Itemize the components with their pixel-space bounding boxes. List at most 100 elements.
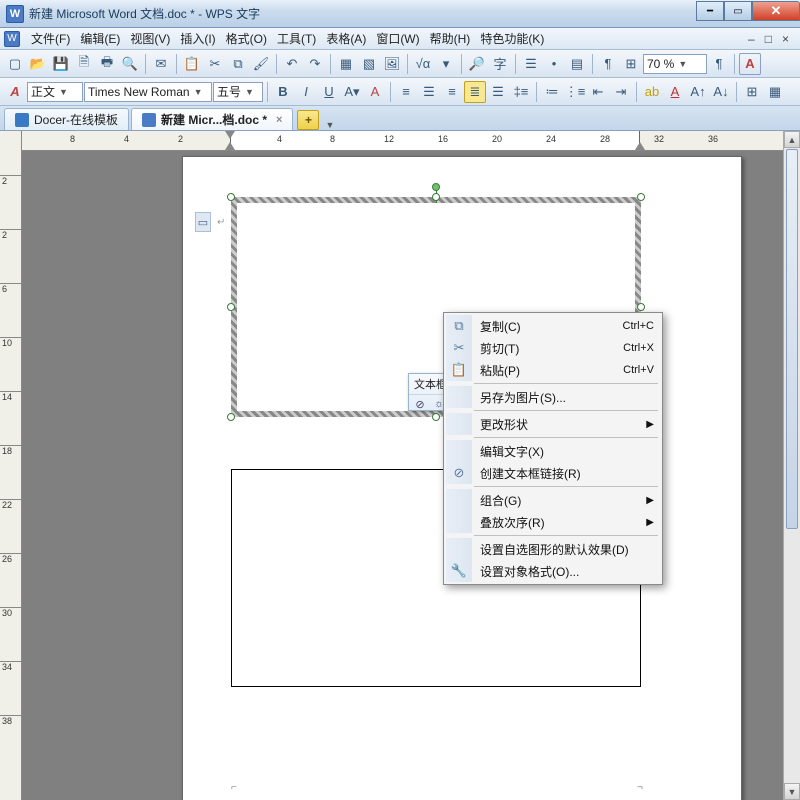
font-effect-button[interactable]: A▾	[341, 81, 363, 103]
resize-handle-ne[interactable]	[637, 193, 645, 201]
mdi-close-button[interactable]: ×	[777, 32, 794, 46]
link-icon[interactable]: ⊘	[411, 396, 429, 412]
scroll-down-icon[interactable]: ▼	[784, 783, 800, 800]
paste-icon[interactable]: 📋	[181, 53, 203, 75]
resize-handle-n[interactable]	[432, 193, 440, 201]
vertical-ruler[interactable]: 2 2 6 10 14 18 22 26 30 34 38	[0, 131, 22, 800]
grow-font-icon[interactable]: A↑	[687, 81, 709, 103]
list-num-icon[interactable]: ≔	[541, 81, 563, 103]
char-icon[interactable]: 字	[489, 53, 511, 75]
menu-tools[interactable]: 工具(T)	[272, 30, 321, 47]
fontcolor-icon[interactable]: A	[664, 81, 686, 103]
italic-button[interactable]: I	[295, 81, 317, 103]
vertical-scrollbar[interactable]: ▲ ▼	[783, 131, 800, 800]
highlight-icon[interactable]: ab	[641, 81, 663, 103]
tab-close-icon[interactable]: ×	[276, 114, 282, 126]
columns-icon[interactable]: ☰	[520, 53, 542, 75]
a-icon[interactable]: A	[739, 53, 761, 75]
resize-handle-w[interactable]	[227, 303, 235, 311]
underline-button[interactable]: U	[318, 81, 340, 103]
new-icon[interactable]: ▢	[4, 53, 26, 75]
zoom-combo[interactable]: 70 % ▼	[643, 54, 707, 74]
object-icon[interactable]: ▧	[358, 53, 380, 75]
ab-button[interactable]: A	[364, 81, 386, 103]
size-combo[interactable]: 五号 ▼	[213, 82, 263, 102]
mail-icon[interactable]: ✉	[150, 53, 172, 75]
align-center-icon[interactable]: ☰	[418, 81, 440, 103]
style-combo[interactable]: 正文 ▼	[27, 82, 83, 102]
menu-table[interactable]: 表格(A)	[321, 30, 371, 47]
font-combo[interactable]: Times New Roman ▼	[84, 82, 212, 102]
menu-help[interactable]: 帮助(H)	[425, 30, 476, 47]
border-icon[interactable]: ⊞	[741, 81, 763, 103]
right-indent-marker[interactable]	[635, 142, 645, 150]
ctx-paste[interactable]: 📋 粘贴(P) Ctrl+V	[446, 359, 660, 381]
resize-handle-e[interactable]	[637, 303, 645, 311]
format-painter-icon[interactable]: 🖌	[250, 53, 272, 75]
ctx-set-default[interactable]: 设置自选图形的默认效果(D)	[446, 538, 660, 560]
ctx-group[interactable]: 组合(G) ▶	[446, 489, 660, 511]
saveall-icon[interactable]: 🗎	[73, 53, 95, 75]
ctx-cut[interactable]: ✂ 剪切(T) Ctrl+X	[446, 337, 660, 359]
list-bullet-icon[interactable]: ⋮≡	[564, 81, 586, 103]
ruler-icon[interactable]: ⊞	[620, 53, 642, 75]
resize-handle-sw[interactable]	[227, 413, 235, 421]
undo-icon[interactable]: ↶	[281, 53, 303, 75]
paragraph-icon[interactable]: ¶	[708, 53, 730, 75]
menu-view[interactable]: 视图(V)	[125, 30, 175, 47]
ctx-order[interactable]: 叠放次序(R) ▶	[446, 511, 660, 533]
tab-docer[interactable]: Docer-在线模板	[4, 108, 129, 130]
shrink-font-icon[interactable]: A↓	[710, 81, 732, 103]
showmarks-icon[interactable]: ¶	[597, 53, 619, 75]
cut-icon[interactable]: ✂	[204, 53, 226, 75]
menu-insert[interactable]: 插入(I)	[175, 30, 220, 47]
menu-file[interactable]: 文件(F)	[26, 30, 75, 47]
indent-dec-icon[interactable]: ⇤	[587, 81, 609, 103]
resize-handle-s[interactable]	[432, 413, 440, 421]
scroll-thumb[interactable]	[786, 149, 798, 529]
shading-icon[interactable]: ▦	[764, 81, 786, 103]
horizontal-ruler[interactable]: 8 4 2 4 8 12 16 20 24 28 32 36	[22, 131, 800, 151]
indent-inc-icon[interactable]: ⇥	[610, 81, 632, 103]
first-line-indent-marker[interactable]	[225, 131, 235, 139]
minimize-button[interactable]: ━	[696, 1, 724, 21]
ctx-edit-text[interactable]: 编辑文字(X)	[446, 440, 660, 462]
ctx-copy[interactable]: ⧉ 复制(C) Ctrl+C	[446, 315, 660, 337]
left-indent-marker[interactable]	[225, 142, 235, 150]
table-icon[interactable]: ▦	[335, 53, 357, 75]
ctx-format-object[interactable]: 🔧 设置对象格式(O)...	[446, 560, 660, 582]
align-justify-icon[interactable]: ≣	[464, 81, 486, 103]
aa-icon[interactable]: A	[4, 81, 26, 103]
print-icon[interactable]: 🖶	[96, 53, 118, 75]
ctx-save-as-picture[interactable]: 另存为图片(S)...	[446, 386, 660, 408]
preview-icon[interactable]: 🔍	[119, 53, 141, 75]
menu-edit[interactable]: 编辑(E)	[75, 30, 125, 47]
image-icon[interactable]: 🖼	[381, 53, 403, 75]
save-icon[interactable]: 💾	[50, 53, 72, 75]
symbol-icon[interactable]: ▾	[435, 53, 457, 75]
tab-list-icon[interactable]: ▼	[321, 120, 338, 130]
open-icon[interactable]: 📂	[27, 53, 49, 75]
mdi-restore-button[interactable]: □	[760, 32, 777, 46]
ctx-change-shape[interactable]: 更改形状 ▶	[446, 413, 660, 435]
toc-icon[interactable]: ▤	[566, 53, 588, 75]
scroll-up-icon[interactable]: ▲	[784, 131, 800, 148]
ctx-create-link[interactable]: ⊘ 创建文本框链接(R)	[446, 462, 660, 484]
linespacing-icon[interactable]: ‡≡	[510, 81, 532, 103]
redo-icon[interactable]: ↷	[304, 53, 326, 75]
resize-handle-nw[interactable]	[227, 193, 235, 201]
align-left-icon[interactable]: ≡	[395, 81, 417, 103]
rotate-handle-icon[interactable]	[432, 183, 440, 191]
menu-window[interactable]: 窗口(W)	[371, 30, 424, 47]
maximize-button[interactable]: ▭	[724, 1, 752, 21]
align-dist-icon[interactable]: ☰	[487, 81, 509, 103]
mdi-minimize-button[interactable]: –	[743, 32, 760, 46]
menu-special[interactable]: 特色功能(K)	[475, 30, 549, 47]
equation-button[interactable]: √α	[412, 53, 434, 75]
find-icon[interactable]: 🔎	[466, 53, 488, 75]
bullets-icon[interactable]: •	[543, 53, 565, 75]
align-right-icon[interactable]: ≡	[441, 81, 463, 103]
close-button[interactable]: ✕	[752, 1, 800, 21]
app-mini-icon[interactable]: W	[4, 31, 20, 47]
tab-add-button[interactable]: +	[297, 110, 319, 130]
